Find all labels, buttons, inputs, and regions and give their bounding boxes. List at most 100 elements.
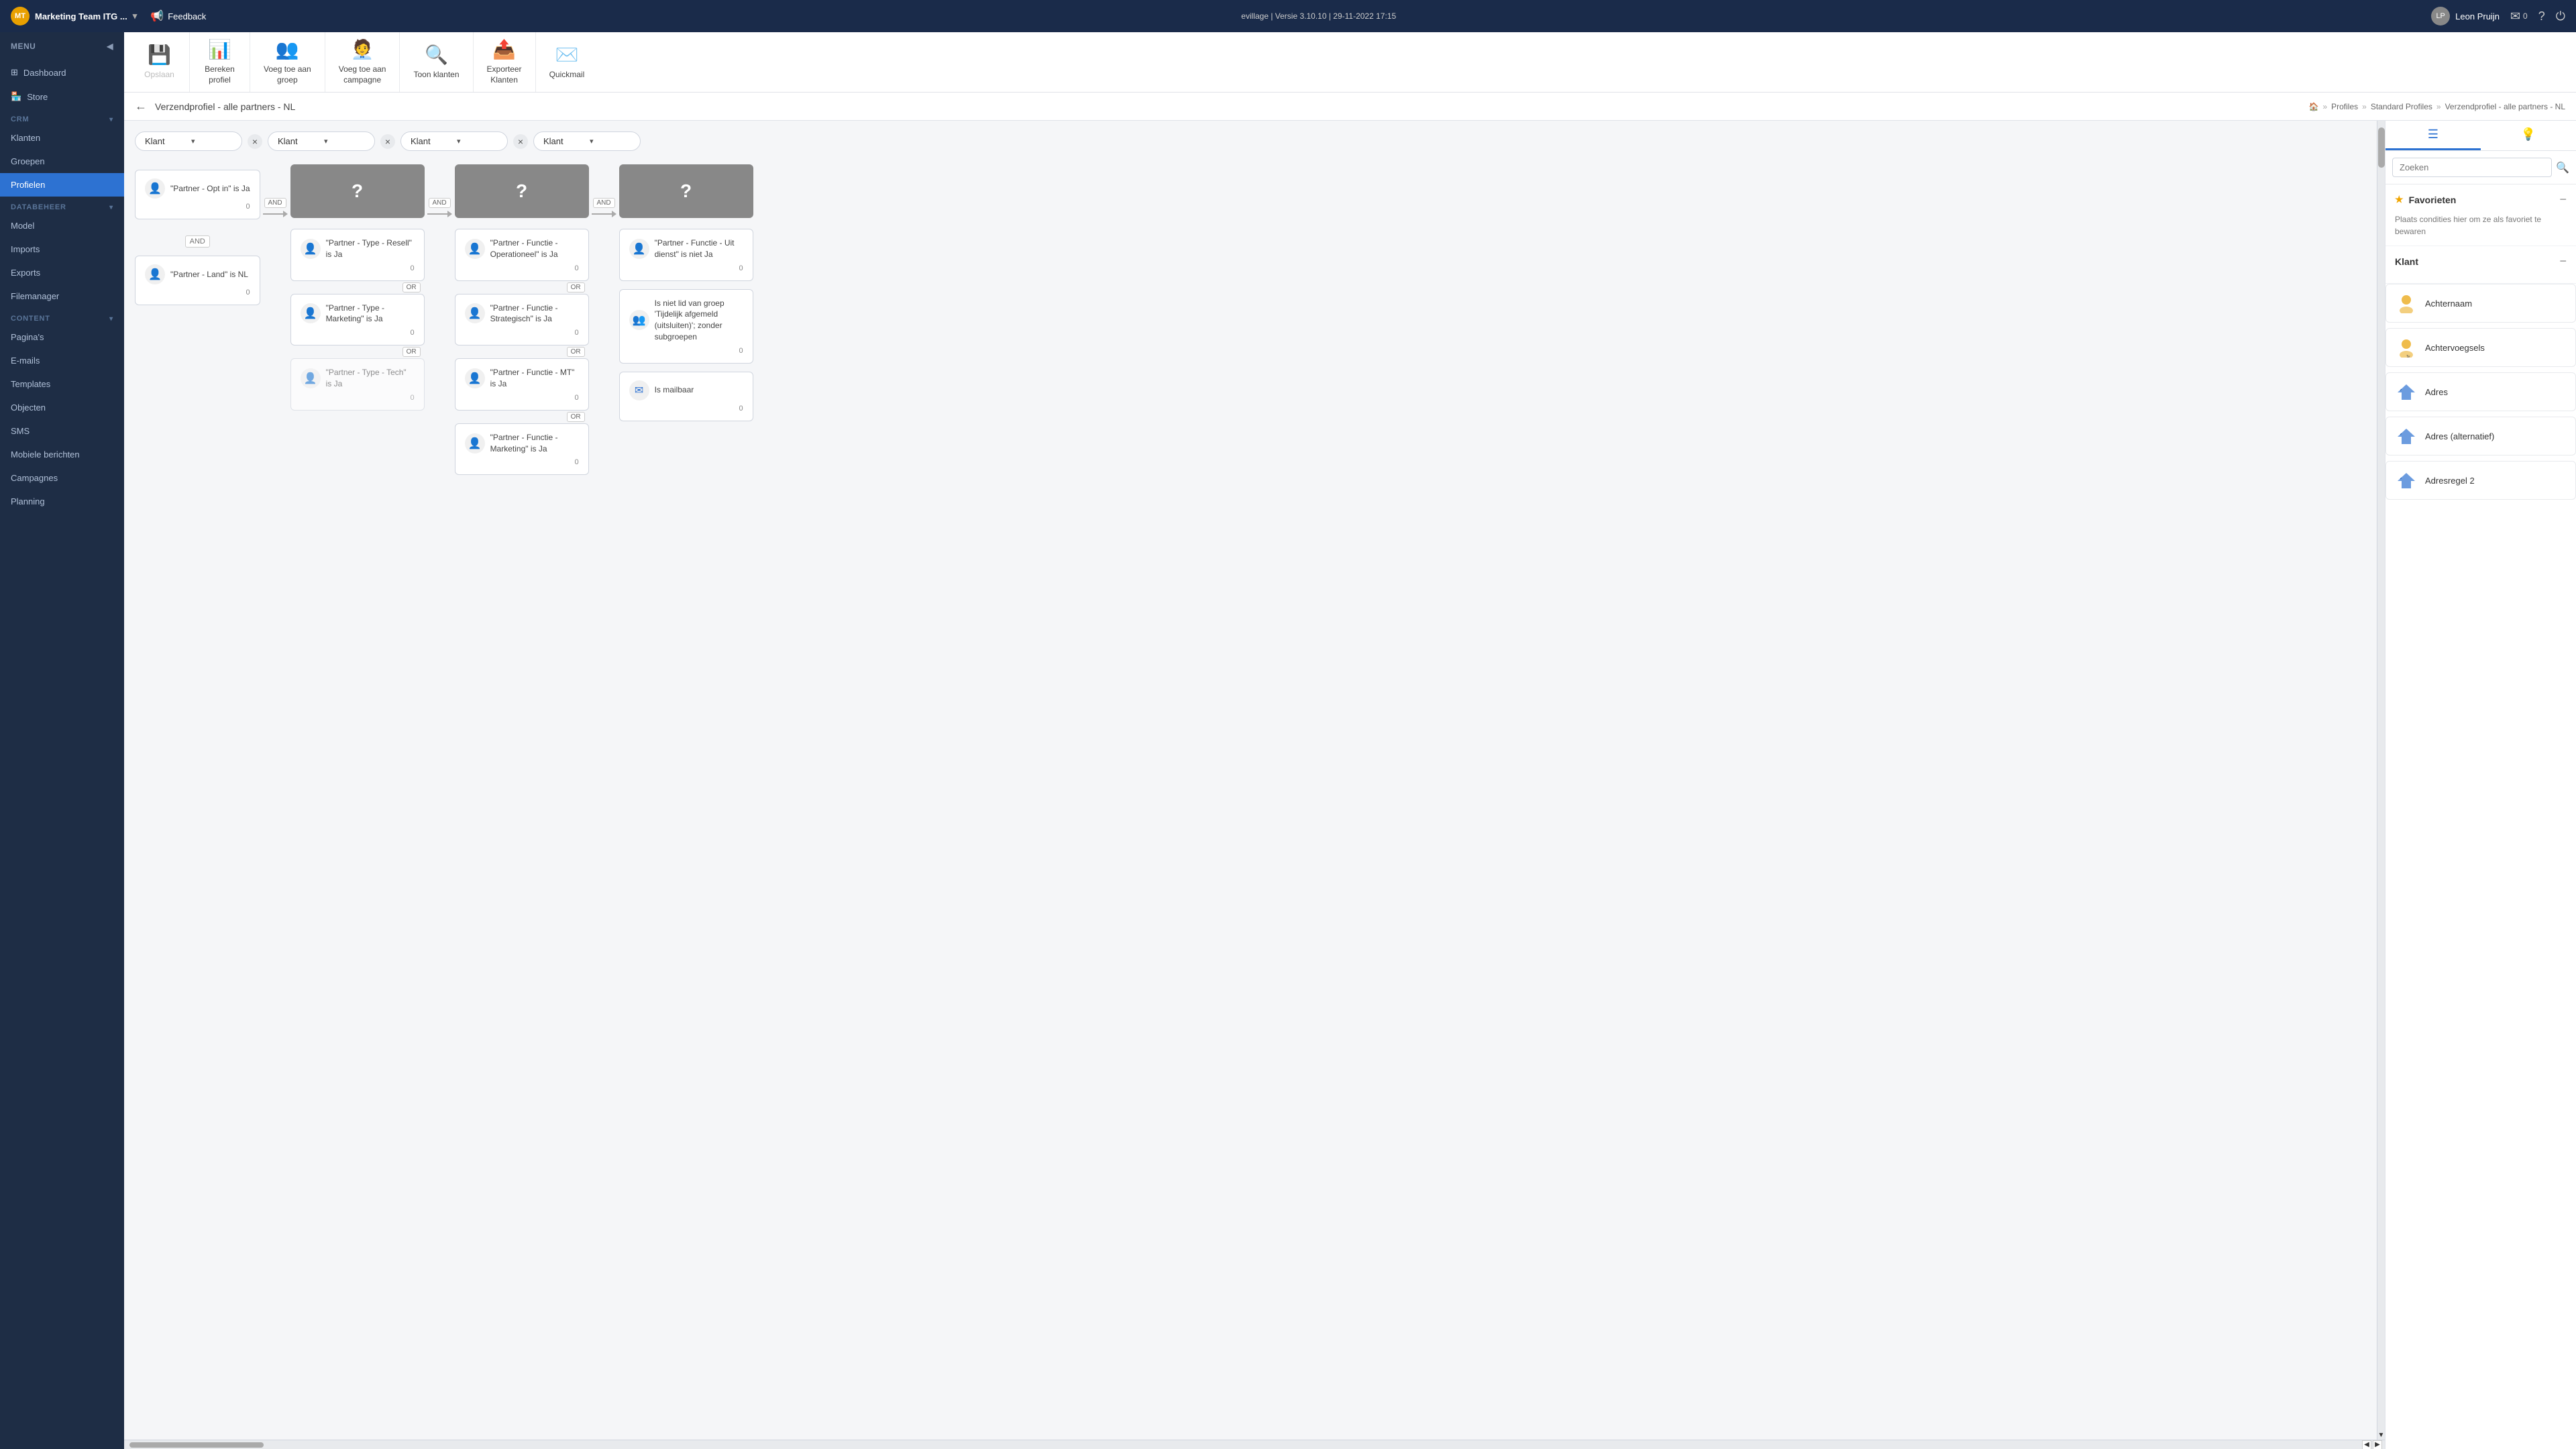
filter-3[interactable]: Klant ▾: [400, 131, 508, 151]
sidebar-item-templates[interactable]: Templates: [0, 372, 124, 396]
node-functie-uit-dienst[interactable]: 👤 "Partner - Functie - Uit dienst" is ni…: [619, 229, 753, 281]
sidebar-item-exports[interactable]: Exports: [0, 261, 124, 284]
node-type-marketing[interactable]: 👤 "Partner - Type - Marketing" is Ja 0: [290, 294, 425, 346]
sidebar-item-objecten[interactable]: Objecten: [0, 396, 124, 419]
sidebar-item-store[interactable]: 🏪 Store: [0, 85, 124, 109]
export-icon: 📤: [492, 38, 516, 60]
breadcrumb-standard-profiles[interactable]: Standard Profiles: [2371, 102, 2432, 111]
filter-2[interactable]: Klant ▾: [268, 131, 375, 151]
sidebar-section-databeheer[interactable]: DATABEHEER ▾: [0, 197, 124, 214]
panel-item-adres[interactable]: Adres: [2385, 372, 2576, 411]
sidebar-item-planning[interactable]: Planning: [0, 490, 124, 513]
home-icon[interactable]: 🏠: [2308, 102, 2318, 111]
node-functie-marketing[interactable]: 👤 "Partner - Functie - Marketing" is Ja …: [455, 423, 589, 476]
search-button[interactable]: 🔍: [2556, 161, 2569, 174]
sidebar-item-mobiele-berichten[interactable]: Mobiele berichten: [0, 443, 124, 466]
panel-item-adresregel2[interactable]: Adresregel 2: [2385, 461, 2576, 500]
sidebar-collapse-icon[interactable]: ◀: [107, 42, 113, 51]
toolbar-bereken-profiel[interactable]: 📊 Berekenprofiel: [190, 32, 250, 92]
vertical-scrollbar[interactable]: ▼: [2377, 121, 2385, 1440]
node-partner-opt-in[interactable]: 👤 "Partner - Opt in" is Ja 0: [135, 170, 260, 219]
toolbar-quickmail[interactable]: ✉️ Quickmail: [536, 32, 598, 92]
connector-3-4: AND: [589, 164, 619, 217]
filter-3-close-button[interactable]: ×: [513, 134, 528, 149]
team-chevron-icon[interactable]: ▾: [133, 11, 138, 21]
sidebar-section-crm[interactable]: CRM ▾: [0, 109, 124, 126]
placeholder-4[interactable]: ?: [619, 164, 753, 218]
databeheer-arrow-icon: ▾: [109, 204, 113, 211]
breadcrumb-profiles[interactable]: Profiles: [2331, 102, 2358, 111]
node-functie-operationeel[interactable]: 👤 "Partner - Functie - Operationeel" is …: [455, 229, 589, 281]
node-type-tech[interactable]: 👤 "Partner - Type - Tech" is Ja 0: [290, 358, 425, 411]
toolbar-voeg-campagne[interactable]: 🧑‍💼 Voeg toe aancampagne: [325, 32, 400, 92]
favorites-collapse-button[interactable]: −: [2559, 193, 2567, 207]
user-name: Leon Pruijn: [2455, 11, 2500, 21]
horizontal-scrollbar[interactable]: ◀ ▶: [124, 1440, 2385, 1449]
node-partner-land[interactable]: 👤 "Partner - Land" is NL 0: [135, 256, 260, 305]
tab-lightbulb[interactable]: 💡: [2481, 121, 2576, 150]
filter-4-chevron-icon: ▾: [590, 137, 631, 146]
sidebar-item-groepen[interactable]: Groepen: [0, 150, 124, 173]
filter-4[interactable]: Klant ▾: [533, 131, 641, 151]
person-icon-5: 👤: [301, 368, 321, 388]
sidebar-menu-header: MENU ◀: [0, 32, 124, 60]
sidebar-item-emails[interactable]: E-mails: [0, 349, 124, 372]
mail-button[interactable]: ✉ 0: [2510, 9, 2528, 23]
toolbar-voeg-groep[interactable]: 👥 Voeg toe aangroep: [250, 32, 325, 92]
filter-1[interactable]: Klant ▾: [135, 131, 242, 151]
help-icon[interactable]: ?: [2538, 9, 2545, 23]
mail-count: 0: [2523, 11, 2528, 21]
flow-area[interactable]: Klant ▾ × Klant ▾ × Klant ▾ × Kl: [124, 121, 2385, 1449]
favorites-title: Favorieten: [2409, 195, 2457, 205]
placeholder-3[interactable]: ?: [455, 164, 589, 218]
sidebar-item-model[interactable]: Model: [0, 214, 124, 237]
feedback-button[interactable]: 📢 Feedback: [150, 9, 206, 23]
quickmail-icon: ✉️: [555, 44, 578, 66]
sidebar-item-filemanager[interactable]: Filemanager: [0, 284, 124, 308]
node-type-resell[interactable]: 👤 "Partner - Type - Resell" is Ja 0: [290, 229, 425, 281]
user-profile[interactable]: LP Leon Pruijn: [2431, 7, 2500, 25]
scroll-left-button[interactable]: ◀: [2362, 1440, 2371, 1449]
filter-1-close-button[interactable]: ×: [248, 134, 262, 149]
sidebar-item-profielen[interactable]: Profielen: [0, 173, 124, 197]
toolbar-opslaan[interactable]: 💾 Opslaan: [129, 32, 190, 92]
sidebar-item-dashboard[interactable]: ⊞ Dashboard: [0, 60, 124, 85]
klant-collapse-button[interactable]: −: [2559, 254, 2567, 268]
breadcrumb: 🏠 » Profiles » Standard Profiles » Verze…: [2308, 102, 2565, 111]
node-is-mailbaar[interactable]: ✉ Is mailbaar 0: [619, 372, 753, 421]
svg-text:Jr.: Jr.: [2406, 354, 2411, 358]
sidebar-item-imports[interactable]: Imports: [0, 237, 124, 261]
and-badge-1: AND: [264, 198, 286, 208]
node-opt-in-text: "Partner - Opt in" is Ja: [170, 183, 250, 195]
back-button[interactable]: ←: [135, 99, 147, 113]
sidebar-item-paginas[interactable]: Pagina's: [0, 325, 124, 349]
toolbar-exporteer[interactable]: 📤 ExporteerKlanten: [474, 32, 536, 92]
person-icon-6: 👤: [465, 239, 485, 259]
toolbar-toon-klanten[interactable]: 🔍 Toon klanten: [400, 32, 473, 92]
person-icon-7: 👤: [465, 303, 485, 323]
team-logo[interactable]: MT Marketing Team ITG ... ▾: [11, 7, 137, 25]
connector-2-3: AND: [425, 164, 455, 217]
team-avatar: MT: [11, 7, 30, 25]
power-icon[interactable]: ⏻: [2556, 9, 2565, 23]
filter-1-value: Klant: [145, 136, 186, 146]
sidebar-item-klanten[interactable]: Klanten: [0, 126, 124, 150]
filter-2-close-button[interactable]: ×: [380, 134, 395, 149]
node-niet-lid-groep[interactable]: 👥 Is niet lid van groep 'Tijdelijk afgem…: [619, 289, 753, 364]
panel-item-achtervoegsels[interactable]: Jr. Achtervoegsels: [2385, 328, 2576, 367]
panel-item-adres-alt[interactable]: Adres (alternatief): [2385, 417, 2576, 455]
tab-list[interactable]: ☰: [2385, 121, 2481, 150]
panel-item-achternaam[interactable]: Achternaam: [2385, 284, 2576, 323]
node-functie-strategisch[interactable]: 👤 "Partner - Functie - Strategisch" is J…: [455, 294, 589, 346]
scroll-down-button[interactable]: ▼: [2377, 1430, 2385, 1440]
sidebar-section-content[interactable]: CONTENT ▾: [0, 308, 124, 325]
bereken-label: Berekenprofiel: [205, 64, 235, 85]
search-input[interactable]: [2392, 158, 2552, 177]
breadcrumb-current: Verzendprofiel - alle partners - NL: [2445, 102, 2565, 111]
placeholder-2[interactable]: ?: [290, 164, 425, 218]
scroll-right-button[interactable]: ▶: [2373, 1440, 2382, 1449]
sidebar-item-sms[interactable]: SMS: [0, 419, 124, 443]
sidebar-item-campagnes[interactable]: Campagnes: [0, 466, 124, 490]
node-functie-mt[interactable]: 👤 "Partner - Functie - MT" is Ja 0: [455, 358, 589, 411]
or-badge-3a: OR: [455, 284, 589, 291]
